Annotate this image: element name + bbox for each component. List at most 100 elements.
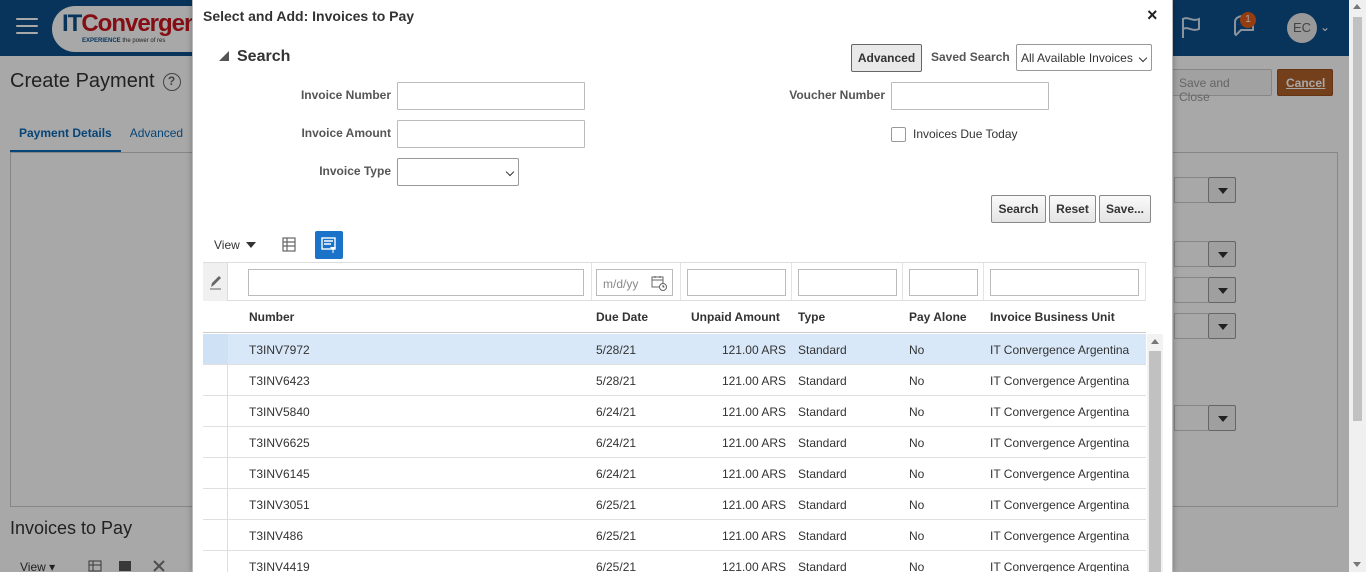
select-invoices-dialog: Select and Add: Invoices to Pay × Search… (192, 0, 1173, 572)
voucher-number-label: Voucher Number (789, 88, 885, 102)
voucher-number-input[interactable] (891, 82, 1049, 110)
cell-due-date: 6/24/21 (596, 405, 637, 419)
query-by-example-icon[interactable] (315, 231, 343, 259)
search-button[interactable]: Search (991, 195, 1046, 223)
invoice-type-label: Invoice Type (319, 164, 391, 178)
table-scrollbar[interactable] (1147, 334, 1163, 572)
filter-type-input[interactable] (798, 269, 897, 296)
cell-due-date: 6/24/21 (596, 467, 637, 481)
cell-business-unit: IT Convergence Argentina (990, 529, 1130, 543)
cell-type: Standard (798, 560, 847, 572)
cell-due-date: 5/28/21 (596, 343, 637, 357)
cell-business-unit: IT Convergence Argentina (990, 467, 1130, 481)
page-scrollbar[interactable] (1349, 0, 1366, 572)
cell-due-date: 6/25/21 (596, 498, 637, 512)
invoices-due-today-checkbox[interactable] (891, 127, 906, 142)
freeze-columns-icon[interactable] (275, 231, 303, 259)
dialog-title: Select and Add: Invoices to Pay (203, 8, 415, 24)
cell-type: Standard (798, 498, 847, 512)
row-selector[interactable] (203, 396, 228, 426)
column-header-number[interactable]: Number (249, 310, 294, 324)
invoice-amount-input[interactable] (397, 120, 585, 148)
cell-due-date: 6/25/21 (596, 560, 637, 572)
cell-pay-alone: No (909, 374, 925, 388)
cell-number: T3INV6423 (249, 374, 310, 388)
cell-number: T3INV6625 (249, 436, 310, 450)
advanced-button[interactable]: Advanced (851, 44, 922, 72)
view-menu[interactable]: View (214, 238, 256, 252)
invoice-number-input[interactable] (397, 82, 585, 110)
table-row[interactable]: T3INV486 6/25/21 121.00 ARS Standard No IT Co… (203, 520, 1146, 551)
row-selector[interactable] (203, 365, 228, 395)
row-selector[interactable] (203, 334, 228, 364)
filter-pay-alone-input[interactable] (909, 269, 978, 296)
search-heading: Search (237, 48, 291, 65)
cell-unpaid-amount: 121.00 ARS (721, 529, 786, 543)
cell-due-date: 6/25/21 (596, 529, 637, 543)
calendar-icon[interactable] (651, 275, 667, 291)
view-menu-label: View (214, 238, 240, 252)
row-selector[interactable] (203, 551, 228, 572)
collapse-triangle-icon[interactable] (219, 51, 229, 61)
cell-due-date: 5/28/21 (596, 374, 637, 388)
cell-business-unit: IT Convergence Argentina (990, 498, 1130, 512)
cell-number: T3INV3051 (249, 498, 310, 512)
cell-unpaid-amount: 121.00 ARS (721, 405, 786, 419)
cell-unpaid-amount: 121.00 ARS (721, 374, 786, 388)
cell-unpaid-amount: 121.00 ARS (721, 436, 786, 450)
cell-due-date: 6/24/21 (596, 436, 637, 450)
cell-pay-alone: No (909, 560, 925, 572)
cell-number: T3INV6145 (249, 467, 310, 481)
cell-pay-alone: No (909, 405, 925, 419)
invoice-type-select[interactable] (397, 158, 519, 186)
row-selector[interactable] (203, 427, 228, 457)
saved-search-value: All Available Invoices (1021, 51, 1133, 65)
cell-business-unit: IT Convergence Argentina (990, 374, 1130, 388)
cell-type: Standard (798, 374, 847, 388)
column-header-unpaid-amount[interactable]: Unpaid Amount (691, 310, 780, 324)
table-row[interactable]: T3INV6625 6/24/21 121.00 ARS Standard No IT C… (203, 427, 1146, 458)
cell-business-unit: IT Convergence Argentina (990, 436, 1130, 450)
cell-number: T3INV7972 (249, 343, 310, 357)
close-icon[interactable]: × (1147, 5, 1158, 26)
row-selector[interactable] (203, 489, 228, 519)
filter-business-unit-input[interactable] (990, 269, 1139, 296)
pencil-icon (210, 276, 221, 290)
column-header-business-unit[interactable]: Invoice Business Unit (990, 310, 1115, 324)
cell-business-unit: IT Convergence Argentina (990, 560, 1130, 572)
cell-type: Standard (798, 529, 847, 543)
row-selector[interactable] (203, 458, 228, 488)
filter-unpaid-amount-input[interactable] (687, 269, 786, 296)
table-header: Number Due Date Unpaid Amount Type Pay A… (203, 301, 1146, 333)
search-section-header[interactable]: Search (219, 48, 290, 66)
row-selector[interactable] (203, 520, 228, 550)
table-row[interactable]: T3INV3051 6/25/21 121.00 ARS Standard No IT C… (203, 489, 1146, 520)
cell-number: T3INV4419 (249, 560, 310, 572)
filter-row: m/d/yy (203, 262, 1146, 301)
table-row[interactable]: T3INV5840 6/24/21 121.00 ARS Standard No IT C… (203, 396, 1146, 427)
cell-type: Standard (798, 343, 847, 357)
invoice-number-label: Invoice Number (300, 88, 391, 102)
table-row[interactable]: T3INV4419 6/25/21 121.00 ARS Standard No IT C… (203, 551, 1146, 572)
cell-number: T3INV5840 (249, 405, 310, 419)
chevron-down-icon (245, 242, 256, 248)
filter-due-date-input[interactable]: m/d/yy (596, 269, 673, 296)
reset-button[interactable]: Reset (1049, 195, 1096, 223)
cell-type: Standard (798, 436, 847, 450)
filter-number-input[interactable] (248, 269, 584, 296)
cell-type: Standard (798, 467, 847, 481)
saved-search-select[interactable]: All Available Invoices (1016, 44, 1152, 71)
table-row[interactable]: T3INV6145 6/24/21 121.00 ARS Standard No IT C… (203, 458, 1146, 489)
cell-pay-alone: No (909, 498, 925, 512)
column-header-type[interactable]: Type (798, 310, 825, 324)
save-search-button[interactable]: Save... (1099, 195, 1151, 223)
invoice-amount-label: Invoice Amount (301, 126, 391, 140)
cell-pay-alone: No (909, 343, 925, 357)
column-header-pay-alone[interactable]: Pay Alone (909, 310, 967, 324)
invoices-due-today-label[interactable]: Invoices Due Today (913, 127, 1018, 141)
table-row[interactable]: T3INV7972 5/28/21 121.00 ARS Standard No IT C… (203, 334, 1146, 365)
pencil-icon-cell (203, 263, 228, 301)
table-row[interactable]: T3INV6423 5/28/21 121.00 ARS Standard No IT C… (203, 365, 1146, 396)
cell-business-unit: IT Convergence Argentina (990, 343, 1130, 357)
column-header-due-date[interactable]: Due Date (596, 310, 648, 324)
